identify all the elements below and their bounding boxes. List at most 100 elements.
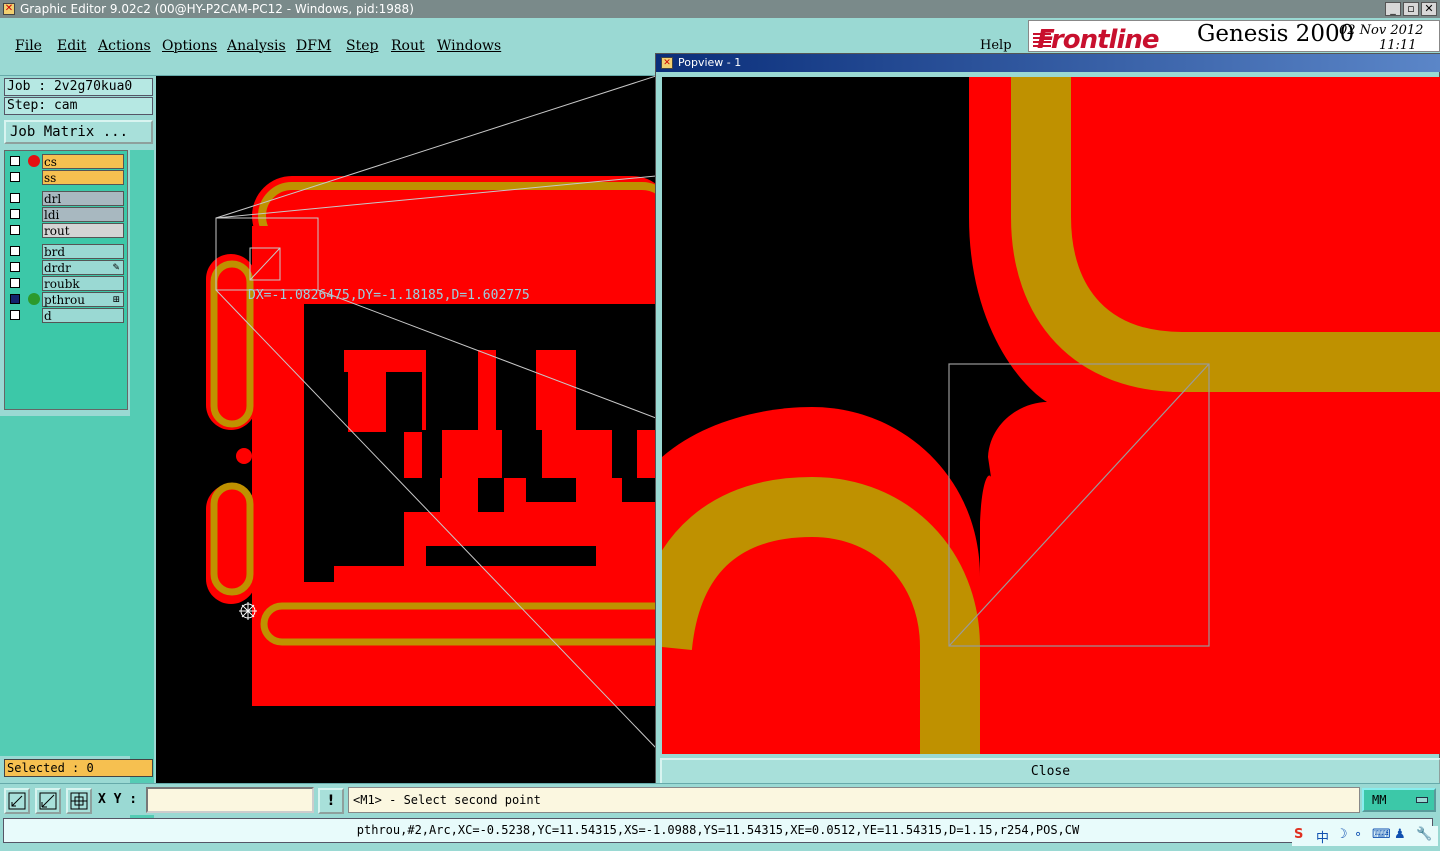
grid-icon [70,792,88,810]
layer-checkbox[interactable] [10,278,20,288]
prompt-message: <M1> - Select second point [348,787,1360,813]
layer-checkbox[interactable] [10,193,20,203]
layer-name[interactable]: ss [42,170,124,185]
sogou-icon[interactable]: S [1294,827,1303,842]
popview-icon: ✕ [661,57,673,69]
layer-checkbox[interactable] [10,262,20,272]
layer-row-ss[interactable]: ss [7,169,127,185]
cutout-8 [576,350,656,430]
board-drawing [206,76,656,749]
layer-name[interactable]: d [42,308,124,323]
menu-actions[interactable]: Actions [98,38,151,54]
grid-button[interactable] [66,788,92,814]
menu-edit[interactable]: Edit [57,38,86,54]
cutout-19 [304,566,334,582]
arrow-diagonal-icon [8,792,26,810]
window-title: Graphic Editor 9.02c2 (00@HY-P2CAM-PC12 … [20,2,414,16]
menu-step[interactable]: Step [346,38,378,54]
zoom-extent-button[interactable] [4,788,30,814]
popview-title: Popview - 1 [678,56,742,69]
layer-name[interactable]: cs [42,154,124,169]
layer-name[interactable]: pthrou ⊞ [42,292,124,307]
popview-canvas[interactable] [662,77,1440,754]
layer-checkbox[interactable] [10,156,20,166]
layer-marker-icon: ⊞ [112,295,120,305]
layer-row-brd[interactable]: brd [7,243,127,259]
layer-row-rout[interactable]: rout [7,222,127,238]
layer-name[interactable]: drdr ✎ [42,260,124,275]
wrench-icon[interactable]: 🔧 [1416,827,1432,842]
menu-windows[interactable]: Windows [437,38,501,54]
layer-name[interactable]: roubk [42,276,124,291]
punctuation-icon[interactable]: ∘ [1354,827,1362,842]
layer-name[interactable]: rout [42,223,124,238]
cutout-18 [426,546,596,566]
popview-window: ✕ Popview - 1 Close [655,53,1440,788]
xy-input[interactable] [146,787,314,813]
cutout-7 [496,350,536,430]
alert-button[interactable]: ! [318,788,344,814]
layer-name[interactable]: brd [42,244,124,259]
moon-icon[interactable]: ☽ [1336,827,1348,842]
units-value: MM [1372,793,1387,807]
menu-options[interactable]: Options [162,38,217,54]
layer-checkbox[interactable] [10,209,20,219]
status-bar: pthrou,#2,Arc,XC=-0.5238,YC=11.54315,XS=… [3,818,1433,843]
layer-checkbox[interactable] [10,172,20,182]
measure-button[interactable] [35,788,61,814]
date-text: 02 Nov 2012 [1339,23,1424,38]
job-name: Job : 2v2g70kua0 [4,78,153,96]
user-icon[interactable]: ♟ [1394,827,1406,842]
job-matrix-button[interactable]: Job Matrix ... [4,120,153,144]
layer-row-drdr[interactable]: drdr ✎ [7,259,127,275]
layer-marker-icon: ✎ [112,263,120,273]
ime-mode[interactable]: 中 [1316,827,1329,846]
layer-checkbox[interactable] [10,294,20,304]
layer-name[interactable]: drl [42,191,124,206]
menu-help[interactable]: Help [980,38,1012,53]
time-text: 11:11 PM [1379,38,1417,52]
menu-dfm[interactable]: DFM [296,38,331,54]
cutout-6 [426,350,478,430]
layer-row-ldi[interactable]: ldi [7,206,127,222]
measure-readout: DX=-1.0826475,DY=-1.18185,D=1.602775 [248,288,530,303]
units-select[interactable]: MM [1362,788,1436,812]
menu-analysis[interactable]: Analysis [227,38,286,54]
maximize-button[interactable]: ▫ [1403,2,1419,16]
app-icon: ✕ [3,3,15,15]
cutout-13 [304,478,404,566]
layer-checkbox[interactable] [10,225,20,235]
layer-checkbox[interactable] [10,246,20,256]
layer-row-drl[interactable]: drl [7,190,127,206]
left-panel: Job : 2v2g70kua0 Step: cam Job Matrix ..… [0,76,156,830]
layer-checkbox[interactable] [10,310,20,320]
step-name: Step: cam [4,97,153,115]
cutout-15 [478,478,504,512]
system-tray: S 中 ☽ ∘ ⌨ ♟ 🔧 [1292,826,1438,846]
layer-row-cs[interactable]: cs [7,153,127,169]
layer-row-d[interactable]: d [7,307,127,323]
xy-label: X Y : [98,792,138,807]
brand-panel: Frontline Genesis 2000 02 Nov 2012 11:11… [1028,20,1440,52]
product-name: Genesis 2000 [1197,21,1355,47]
cutout-10 [422,430,442,478]
menu-file[interactable]: File [15,38,42,54]
selected-count: Selected : 0 [4,759,153,777]
layer-row-pthrou[interactable]: pthrou ⊞ [7,291,127,307]
cutout-2 [344,304,426,350]
cutout-16 [526,478,576,502]
layer-color-dot [28,293,40,305]
layer-color-dot [28,155,40,167]
bottom-toolbar: X Y : ! <M1> - Select second point MM [0,783,1440,815]
graphic-canvas[interactable]: DX=-1.0826475,DY=-1.18185,D=1.602775 [156,76,656,783]
popview-close-button[interactable]: Close [660,758,1440,786]
dropdown-icon [1416,797,1428,803]
menu-rout[interactable]: Rout [391,38,425,54]
minimize-button[interactable]: _ [1385,2,1401,16]
keyboard-icon[interactable]: ⌨ [1372,827,1391,842]
layer-row-roubk[interactable]: roubk [7,275,127,291]
layer-name[interactable]: ldi [42,207,124,222]
close-window-button[interactable]: ✕ [1421,2,1437,16]
copper-dot [236,448,252,464]
popview-titlebar: ✕ Popview - 1 [656,54,1440,72]
